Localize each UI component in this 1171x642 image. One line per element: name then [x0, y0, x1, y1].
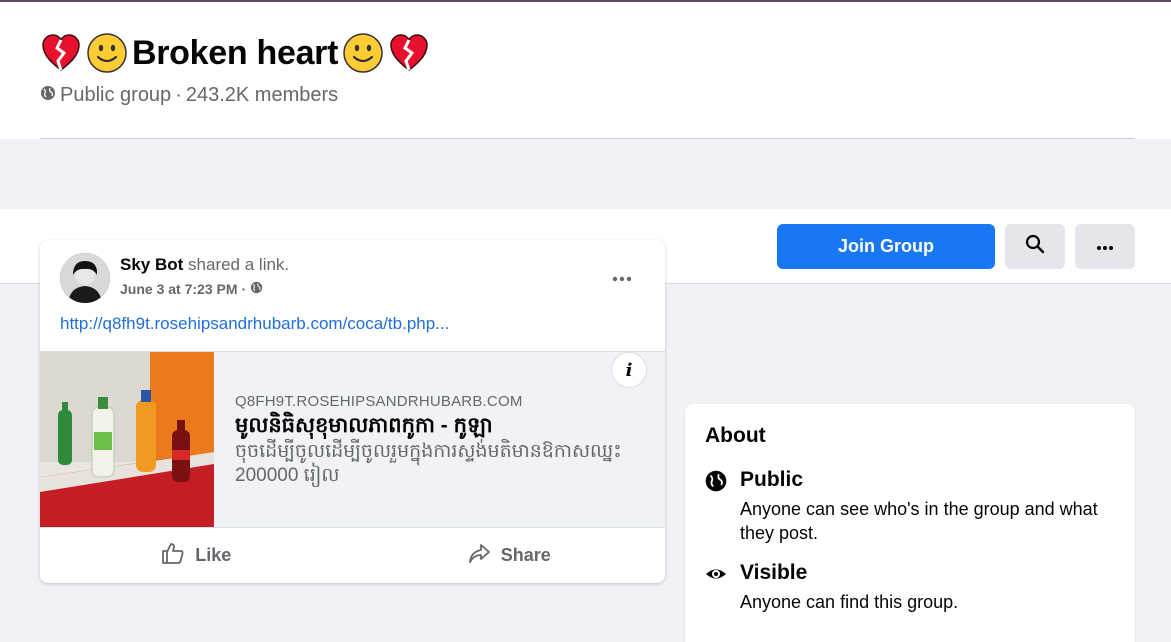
globe-icon	[705, 470, 727, 492]
more-icon	[1096, 238, 1114, 256]
meta-separator: ·	[175, 84, 182, 106]
globe-icon	[250, 281, 263, 297]
info-button[interactable]: i	[611, 352, 647, 388]
feed-post: Sky Bot shared a link. June 3 at 7:23 PM…	[40, 240, 665, 583]
like-label: Like	[195, 545, 232, 565]
share-icon	[467, 541, 491, 570]
about-item-name: Visible	[740, 561, 808, 584]
link-title: មូលនិធិសុខុមាលភាពកូកា - កូឡា	[235, 414, 493, 437]
link-preview[interactable]: i Q8FH9T.ROSEHIPSANDRHUBARB.COM មូលនិធិស…	[40, 351, 665, 528]
smiley-icon	[86, 32, 128, 74]
search-button[interactable]	[1005, 224, 1065, 269]
share-label: Share	[500, 545, 551, 565]
group-members[interactable]: 243.2K members	[186, 84, 338, 107]
more-icon	[612, 269, 632, 287]
broken-heart-icon	[40, 32, 82, 74]
post-author[interactable]: Sky Bot	[120, 255, 183, 274]
link-domain: Q8FH9T.ROSEHIPSANDRHUBARB.COM	[235, 393, 523, 410]
about-item-desc: Anyone can find this group.	[740, 592, 959, 612]
post-actions: Like Share	[40, 528, 665, 583]
time-separator: ·	[241, 281, 247, 297]
group-title-text: Broken heart	[132, 33, 339, 72]
join-group-button[interactable]: Join Group	[777, 224, 995, 269]
group-meta: Public group · 243.2K members	[40, 84, 338, 107]
link-preview-image[interactable]	[40, 352, 214, 527]
broken-heart-icon	[388, 32, 430, 74]
about-item-desc: Anyone can see who's in the group and wh…	[740, 499, 1098, 543]
globe-icon	[40, 84, 56, 107]
more-options-button[interactable]	[1075, 224, 1135, 269]
thumbs-up-icon	[161, 541, 185, 570]
about-item-name: Public	[740, 468, 804, 491]
like-button[interactable]: Like	[40, 528, 353, 583]
post-link[interactable]: http://q8fh9t.rosehipsandrhubarb.com/coc…	[60, 314, 449, 334]
post-options-button[interactable]	[606, 262, 638, 294]
group-privacy: Public group	[60, 84, 172, 106]
post-timestamp: June 3 at 7:23 PM ·	[120, 281, 263, 297]
link-description: ចុចដើម្បីចូលដើម្បីចូលរួមក្នុងការស្ទង់មតិ…	[235, 441, 622, 486]
about-title: About	[705, 424, 766, 447]
post-header: Sky Bot shared a link.	[120, 255, 289, 275]
avatar[interactable]	[60, 253, 110, 303]
about-card: About Public Anyone can see who's in the…	[685, 404, 1135, 642]
post-action: shared a link.	[188, 255, 290, 274]
group-header: Broken heart Public group · 243.2K membe…	[0, 2, 1171, 139]
header-divider	[40, 138, 1135, 139]
group-title: Broken heart	[40, 32, 430, 74]
share-button[interactable]: Share	[353, 528, 666, 583]
post-time[interactable]: June 3 at 7:23 PM	[120, 281, 238, 297]
search-icon	[1025, 234, 1045, 259]
eye-icon	[705, 563, 727, 585]
smiley-icon	[342, 32, 384, 74]
